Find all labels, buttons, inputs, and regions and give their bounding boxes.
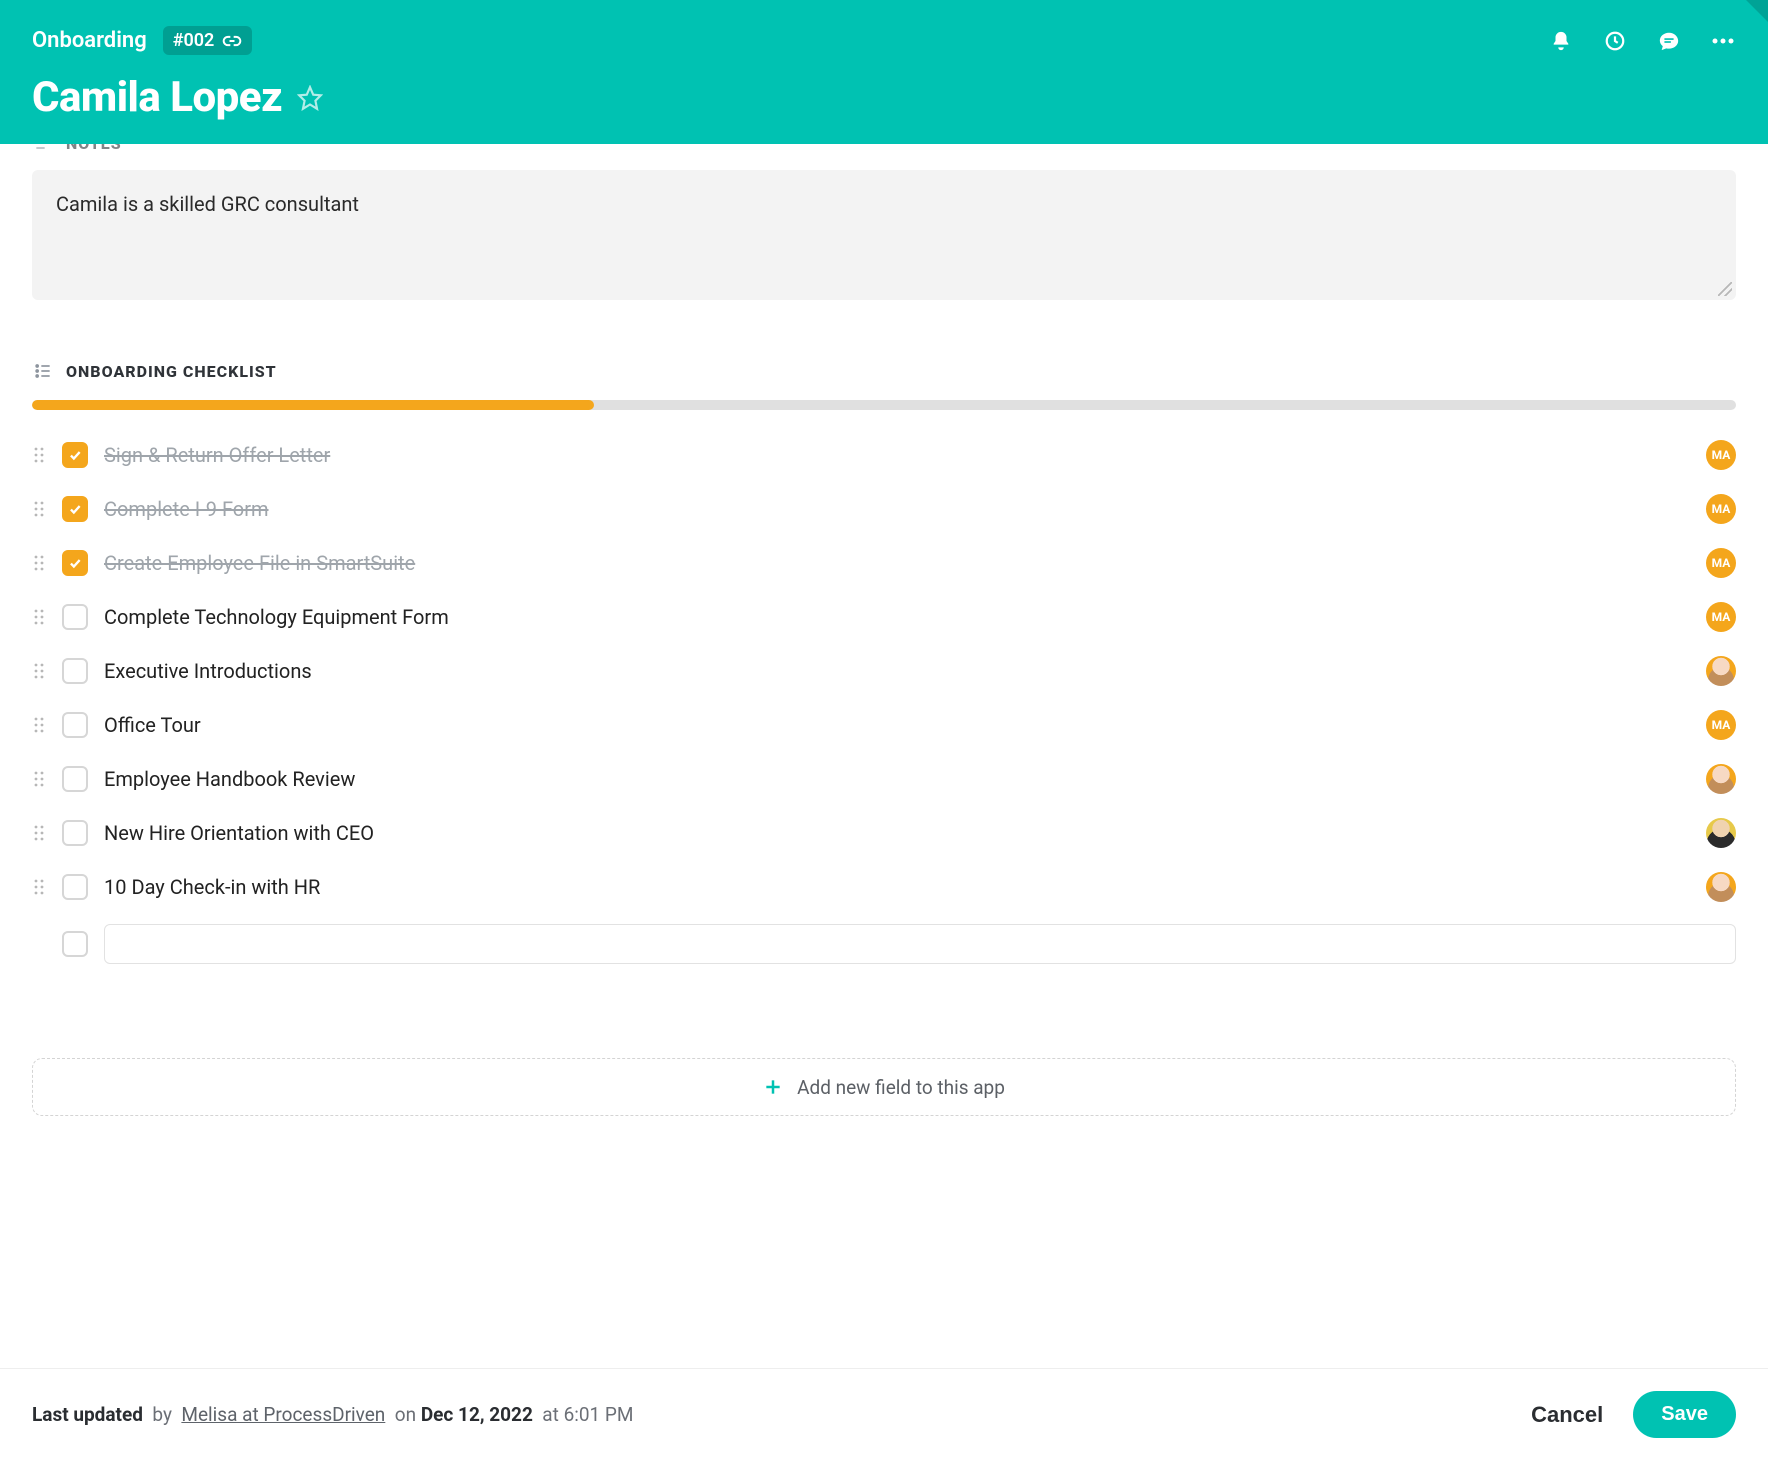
- notes-text: Camila is a skilled GRC consultant: [56, 192, 359, 216]
- page-title: Camila Lopez: [32, 73, 282, 122]
- checklist-checkbox[interactable]: [62, 442, 88, 468]
- add-field-label: Add new field to this app: [797, 1076, 1005, 1099]
- checklist-item-label[interactable]: Sign & Return Offer Letter: [104, 443, 1690, 467]
- checklist-checkbox[interactable]: [62, 874, 88, 900]
- new-item-checkbox[interactable]: [62, 931, 88, 957]
- checklist-item: Create Employee File in SmartSuite MA: [32, 536, 1736, 590]
- checklist-item: Complete I-9 Form MA: [32, 482, 1736, 536]
- updated-by-name[interactable]: Melisa at ProcessDriven: [181, 1403, 385, 1426]
- checklist-items: Sign & Return Offer LetterMAComplete I-9…: [32, 428, 1736, 914]
- at-label: at: [542, 1403, 559, 1426]
- updated-time: 6:01 PM: [564, 1403, 634, 1426]
- header: Onboarding #002 Camila Lopez: [0, 0, 1768, 144]
- on-label: on: [395, 1403, 416, 1426]
- breadcrumb-row: Onboarding #002: [32, 26, 252, 55]
- cancel-button[interactable]: Cancel: [1531, 1402, 1603, 1428]
- drag-handle-icon[interactable]: [32, 446, 46, 464]
- checklist-item: Office Tour MA: [32, 698, 1736, 752]
- checklist-checkbox[interactable]: [62, 766, 88, 792]
- drag-handle-icon[interactable]: [32, 716, 46, 734]
- checklist-item-label[interactable]: Complete Technology Equipment Form: [104, 605, 1690, 629]
- checklist-icon: [32, 360, 54, 382]
- updated-date: Dec 12, 2022: [421, 1403, 533, 1426]
- assignee-avatar[interactable]: MA: [1706, 494, 1736, 524]
- history-icon[interactable]: [1602, 28, 1628, 54]
- checklist-item-label[interactable]: Complete I-9 Form: [104, 497, 1690, 521]
- checklist-item-label[interactable]: New Hire Orientation with CEO: [104, 821, 1690, 845]
- checklist-section: ONBOARDING CHECKLIST Sign & Return Offer…: [32, 360, 1736, 968]
- checklist-progress-fill: [32, 400, 594, 410]
- assignee-avatar[interactable]: [1706, 656, 1736, 686]
- drag-handle-icon[interactable]: [32, 770, 46, 788]
- plus-icon: [763, 1077, 783, 1097]
- notes-label: NOTES: [66, 144, 122, 153]
- checklist-item: New Hire Orientation with CEO: [32, 806, 1736, 860]
- save-button[interactable]: Save: [1633, 1391, 1736, 1438]
- last-updated-label: Last updated: [32, 1403, 143, 1426]
- breadcrumb[interactable]: Onboarding: [32, 28, 147, 53]
- notes-section-header: NOTES: [32, 144, 1736, 154]
- add-field-button[interactable]: Add new field to this app: [32, 1058, 1736, 1116]
- record-id-badge[interactable]: #002: [163, 26, 253, 55]
- checklist-item: Executive Introductions: [32, 644, 1736, 698]
- assignee-avatar[interactable]: [1706, 818, 1736, 848]
- drag-handle-icon[interactable]: [32, 554, 46, 572]
- assignee-avatar[interactable]: MA: [1706, 602, 1736, 632]
- footer-actions: Cancel Save: [1531, 1391, 1736, 1438]
- notes-icon: [32, 144, 54, 154]
- record-id-text: #002: [173, 30, 215, 51]
- assignee-avatar[interactable]: MA: [1706, 440, 1736, 470]
- checklist-progress: [32, 400, 1736, 410]
- checklist-item-label[interactable]: Create Employee File in SmartSuite: [104, 551, 1690, 575]
- checklist-checkbox[interactable]: [62, 604, 88, 630]
- assignee-avatar[interactable]: [1706, 872, 1736, 902]
- drag-handle-icon[interactable]: [32, 500, 46, 518]
- checklist-checkbox[interactable]: [62, 496, 88, 522]
- checklist-new-item-row: [32, 920, 1736, 968]
- checklist-checkbox[interactable]: [62, 712, 88, 738]
- corner-fold: [1746, 0, 1768, 22]
- assignee-avatar[interactable]: MA: [1706, 710, 1736, 740]
- checklist-item: 10 Day Check-in with HR: [32, 860, 1736, 914]
- link-icon: [222, 34, 242, 48]
- more-icon[interactable]: [1710, 28, 1736, 54]
- drag-handle-icon[interactable]: [32, 662, 46, 680]
- by-label: by: [152, 1403, 172, 1426]
- checklist-item-label[interactable]: Executive Introductions: [104, 659, 1690, 683]
- checklist-item-label[interactable]: Office Tour: [104, 713, 1690, 737]
- footer: Last updated by Melisa at ProcessDriven …: [0, 1368, 1768, 1460]
- last-updated-meta: Last updated by Melisa at ProcessDriven …: [32, 1403, 634, 1426]
- checklist-section-header: ONBOARDING CHECKLIST: [32, 360, 1736, 382]
- checklist-item: Sign & Return Offer Letter MA: [32, 428, 1736, 482]
- notes-textarea[interactable]: Camila is a skilled GRC consultant: [32, 170, 1736, 300]
- notifications-icon[interactable]: [1548, 28, 1574, 54]
- main-content: NOTES Camila is a skilled GRC consultant…: [0, 144, 1768, 1368]
- drag-handle-icon[interactable]: [32, 824, 46, 842]
- assignee-avatar[interactable]: MA: [1706, 548, 1736, 578]
- checklist-item: Employee Handbook Review: [32, 752, 1736, 806]
- new-item-input[interactable]: [104, 924, 1736, 964]
- checklist-checkbox[interactable]: [62, 658, 88, 684]
- checklist-item: Complete Technology Equipment Form MA: [32, 590, 1736, 644]
- checklist-item-label[interactable]: Employee Handbook Review: [104, 767, 1690, 791]
- checklist-label: ONBOARDING CHECKLIST: [66, 362, 277, 381]
- comments-icon[interactable]: [1656, 28, 1682, 54]
- checklist-item-label[interactable]: 10 Day Check-in with HR: [104, 875, 1690, 899]
- drag-handle-icon[interactable]: [32, 608, 46, 626]
- assignee-avatar[interactable]: [1706, 764, 1736, 794]
- header-actions: [1548, 28, 1736, 54]
- drag-handle-icon[interactable]: [32, 878, 46, 896]
- checklist-checkbox[interactable]: [62, 550, 88, 576]
- checklist-checkbox[interactable]: [62, 820, 88, 846]
- favorite-star-icon[interactable]: [296, 84, 324, 112]
